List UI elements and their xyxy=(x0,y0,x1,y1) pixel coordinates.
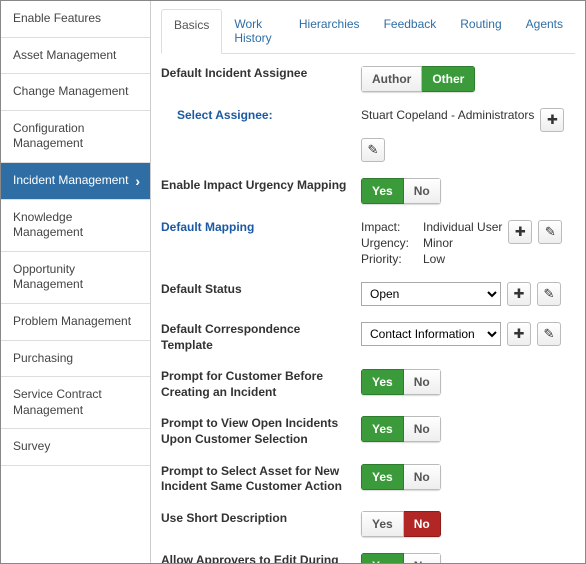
default-mapping-link[interactable]: Default Mapping xyxy=(161,220,361,236)
use-short-desc-no-button[interactable]: No xyxy=(404,511,441,537)
prompt-select-asset-yes-button[interactable]: Yes xyxy=(361,464,404,490)
allow-approvers-yes-button[interactable]: Yes xyxy=(361,553,404,563)
sidebar-item-asset-management[interactable]: Asset Management xyxy=(1,38,150,75)
tab-agents[interactable]: Agents xyxy=(514,9,575,53)
assignee-other-button[interactable]: Other xyxy=(422,66,475,92)
label-default-assignee: Default Incident Assignee xyxy=(161,66,361,82)
select-assignee-link[interactable]: Select Assignee: xyxy=(161,108,361,124)
tab-routing[interactable]: Routing xyxy=(448,9,513,53)
tab-hierarchies[interactable]: Hierarchies xyxy=(287,9,372,53)
label-prompt-customer: Prompt for Customer Before Creating an I… xyxy=(161,369,361,400)
prompt-customer-no-button[interactable]: No xyxy=(404,369,441,395)
sidebar-item-configuration-management[interactable]: Configuration Management xyxy=(1,111,150,163)
label-prompt-view-open: Prompt to View Open Incidents Upon Custo… xyxy=(161,416,361,447)
seg-impact-urgency: Yes No xyxy=(361,178,441,204)
use-short-desc-yes-button[interactable]: Yes xyxy=(361,511,404,537)
sidebar-item-enable-features[interactable]: Enable Features xyxy=(1,1,150,38)
assignee-edit-button[interactable]: ✎ xyxy=(361,138,385,162)
sidebar-item-incident-management[interactable]: Incident Management xyxy=(1,163,150,200)
sidebar-item-change-management[interactable]: Change Management xyxy=(1,74,150,111)
default-status-select[interactable]: Open xyxy=(361,282,501,306)
tab-work-history[interactable]: Work History xyxy=(222,9,287,53)
sidebar-item-problem-management[interactable]: Problem Management xyxy=(1,304,150,341)
label-use-short-desc: Use Short Description xyxy=(161,511,361,527)
status-add-button[interactable]: ✚ xyxy=(507,282,531,306)
allow-approvers-no-button[interactable]: No xyxy=(404,553,441,563)
mapping-add-button[interactable]: ✚ xyxy=(508,220,532,244)
status-edit-button[interactable]: ✎ xyxy=(537,282,561,306)
impact-urgency-yes-button[interactable]: Yes xyxy=(361,178,404,204)
mapping-impact-key: Impact: xyxy=(361,220,417,234)
sidebar: Enable FeaturesAsset ManagementChange Ma… xyxy=(1,1,151,563)
label-allow-approvers: Allow Approvers to Edit During Approval … xyxy=(161,553,361,563)
sidebar-item-knowledge-management[interactable]: Knowledge Management xyxy=(1,200,150,252)
sidebar-item-service-contract-management[interactable]: Service Contract Management xyxy=(1,377,150,429)
label-default-template: Default Correspondence Template xyxy=(161,322,361,353)
prompt-customer-yes-button[interactable]: Yes xyxy=(361,369,404,395)
label-default-status: Default Status xyxy=(161,282,361,298)
prompt-view-open-no-button[interactable]: No xyxy=(404,416,441,442)
prompt-select-asset-no-button[interactable]: No xyxy=(404,464,441,490)
mapping-urgency-val: Minor xyxy=(423,236,502,250)
default-template-select[interactable]: Contact Information xyxy=(361,322,501,346)
sidebar-item-purchasing[interactable]: Purchasing xyxy=(1,341,150,378)
main-panel: BasicsWork HistoryHierarchiesFeedbackRou… xyxy=(151,1,585,563)
mapping-edit-button[interactable]: ✎ xyxy=(538,220,562,244)
tab-feedback[interactable]: Feedback xyxy=(372,9,449,53)
template-edit-button[interactable]: ✎ xyxy=(537,322,561,346)
template-add-button[interactable]: ✚ xyxy=(507,322,531,346)
label-prompt-select-asset: Prompt to Select Asset for New Incident … xyxy=(161,464,361,495)
seg-assignee: Author Other xyxy=(361,66,475,92)
mapping-priority-val: Low xyxy=(423,252,502,266)
assignee-author-button[interactable]: Author xyxy=(361,66,422,92)
impact-urgency-no-button[interactable]: No xyxy=(404,178,441,204)
prompt-view-open-yes-button[interactable]: Yes xyxy=(361,416,404,442)
mapping-values: Impact: Individual User Urgency: Minor P… xyxy=(361,220,502,266)
mapping-priority-key: Priority: xyxy=(361,252,417,266)
assignee-value: Stuart Copeland - Administrators xyxy=(361,108,534,122)
assignee-add-button[interactable]: ✚ xyxy=(540,108,564,132)
sidebar-item-opportunity-management[interactable]: Opportunity Management xyxy=(1,252,150,304)
mapping-urgency-key: Urgency: xyxy=(361,236,417,250)
sidebar-item-survey[interactable]: Survey xyxy=(1,429,150,466)
tab-basics[interactable]: Basics xyxy=(161,9,222,54)
tabs: BasicsWork HistoryHierarchiesFeedbackRou… xyxy=(161,9,575,54)
mapping-impact-val: Individual User xyxy=(423,220,502,234)
label-impact-urgency: Enable Impact Urgency Mapping xyxy=(161,178,361,194)
